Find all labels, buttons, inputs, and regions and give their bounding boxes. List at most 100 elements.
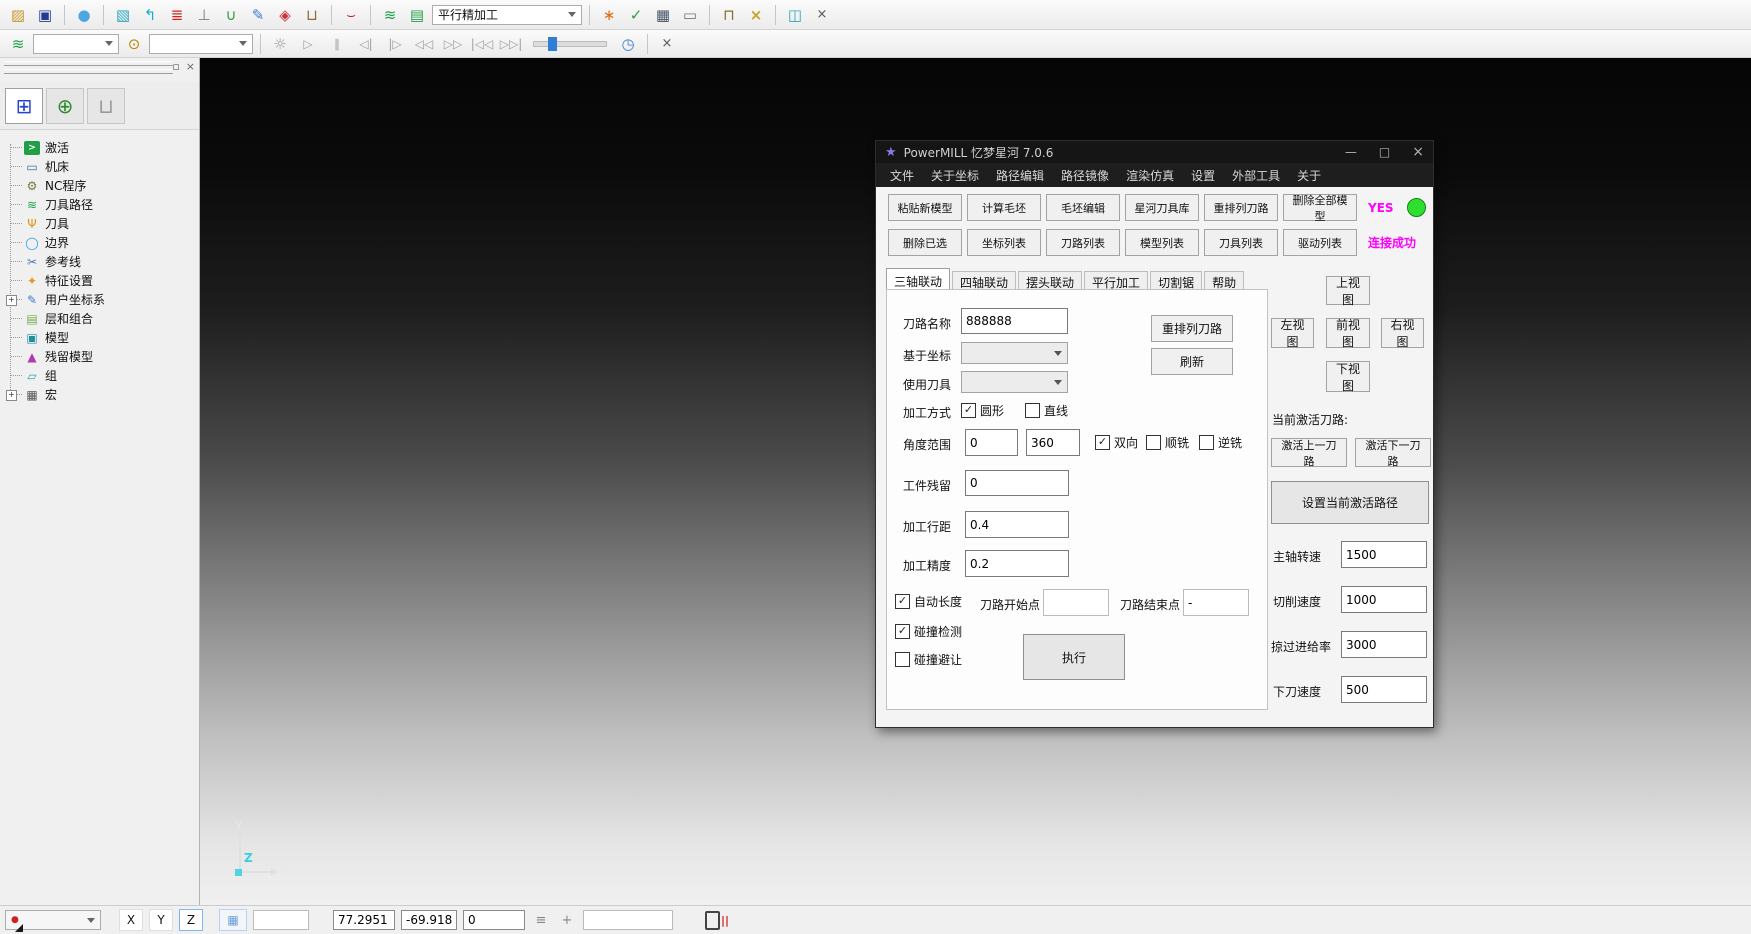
angle-to-input[interactable] [1026, 429, 1080, 456]
view-top-button[interactable]: 上视图 [1326, 276, 1370, 305]
rewind-icon[interactable]: ◁◁ [411, 32, 437, 56]
go-start-icon[interactable]: |◁◁ [469, 32, 495, 56]
sim-toolbar-close-icon[interactable]: × [655, 32, 679, 56]
view-front-button[interactable]: 前视图 [1326, 318, 1370, 348]
dialog-titlebar[interactable]: ★ PowerMILL 忆梦星河 7.0.6 — □ × [876, 141, 1433, 163]
coord-list-icon[interactable]: ≡ [531, 913, 551, 928]
tool-used-dropdown[interactable] [961, 371, 1068, 393]
menu-settings[interactable]: 设置 [1191, 167, 1215, 184]
fast-forward-icon[interactable]: ▷▷ [440, 32, 466, 56]
menu-coords[interactable]: 关于坐标 [931, 167, 979, 184]
toolpath-list-button[interactable]: 刀路列表 [1046, 229, 1120, 256]
cursor-z-field[interactable] [463, 910, 525, 930]
tool-list-button[interactable]: 刀具列表 [1204, 229, 1278, 256]
checkbox-collision-avoid[interactable]: 碰撞避让 [895, 651, 962, 668]
tree-item-patterns[interactable]: ✂参考线 [6, 252, 199, 271]
toolpath-icon[interactable]: ≋ [378, 3, 402, 27]
grid-size-input[interactable] [253, 910, 309, 930]
play-icon[interactable]: ▷ [295, 32, 321, 56]
axis-x-button[interactable]: X [119, 909, 143, 931]
spindle-speed-input[interactable] [1341, 541, 1427, 568]
menu-file[interactable]: 文件 [890, 167, 914, 184]
delete-selected-button[interactable]: 删除已选 [888, 229, 962, 256]
edit-stock-button[interactable]: 毛坯编辑 [1046, 194, 1120, 221]
cutter-icon[interactable]: ⊥ [192, 3, 216, 27]
tree-item-stock-models[interactable]: ▲残留模型 [6, 347, 199, 366]
checkbox-line-mode[interactable]: 直线 [1025, 402, 1068, 419]
strategy-list-icon[interactable]: ▤ [405, 3, 429, 27]
minimize-button[interactable]: — [1345, 145, 1357, 159]
measure-icon[interactable]: ▭ [678, 3, 702, 27]
pause-icon[interactable]: ∥ [324, 32, 350, 56]
tree-item-activate[interactable]: >激活 [6, 138, 199, 157]
tree-item-nc-programs[interactable]: ⚙NC程序 [6, 176, 199, 195]
shaded-view-icon[interactable]: ● [72, 3, 96, 27]
tool-library-button[interactable]: 星河刀具库 [1125, 194, 1199, 221]
tree-item-macros[interactable]: +▦宏 [6, 385, 199, 404]
tool-block-icon[interactable]: ⊔ [300, 3, 324, 27]
cursor-y-field[interactable] [401, 910, 457, 930]
maximize-button[interactable]: □ [1379, 145, 1390, 159]
boundary-icon[interactable]: ∪ [219, 3, 243, 27]
grid-toggle-button[interactable]: ▦ [219, 909, 247, 931]
checkbox-bidirectional[interactable]: ✓ 双向 [1095, 434, 1138, 451]
paste-new-model-button[interactable]: 粘贴新模型 [888, 194, 962, 221]
step-forward-icon[interactable]: |▷ [382, 32, 408, 56]
slider-knob[interactable] [548, 37, 557, 51]
clock-icon[interactable]: ◷ [616, 32, 640, 56]
checkbox-collision-check[interactable]: ✓ 碰撞检测 [895, 623, 962, 640]
tree-item-groups[interactable]: ▱组 [6, 366, 199, 385]
tree-item-toolpaths[interactable]: ≋刀具路径 [6, 195, 199, 214]
expand-icon[interactable]: + [6, 295, 17, 306]
checkbox-conventional[interactable]: 逆铣 [1199, 434, 1242, 451]
set-active-path-button[interactable]: 设置当前激活路径 [1271, 481, 1429, 524]
expand-icon[interactable]: + [6, 390, 17, 401]
angle-from-input[interactable] [965, 429, 1018, 456]
stock-remain-input[interactable] [965, 470, 1069, 496]
view-bottom-button[interactable]: 下视图 [1326, 361, 1370, 392]
panel-grip[interactable] [4, 61, 173, 66]
tree-item-workplanes[interactable]: +✎用户坐标系 [6, 290, 199, 309]
clipboard-pause-icon[interactable]: || [705, 911, 729, 930]
menu-path-mirror[interactable]: 路径镜像 [1061, 167, 1109, 184]
activate-next-toolpath-button[interactable]: 激活下一刀路 [1355, 438, 1431, 467]
rearrange-toolpaths-button[interactable]: 重排列刀路 [1204, 194, 1278, 221]
tool-pair-icon[interactable]: ⊓ [717, 3, 741, 27]
start-point-input[interactable] [1043, 589, 1109, 616]
panel-grip[interactable] [4, 69, 173, 74]
sim-toolpath-icon[interactable]: ≋ [6, 32, 30, 56]
cursor-x-field[interactable] [333, 910, 395, 930]
sim-tool-dropdown[interactable] [149, 34, 253, 54]
tab-web[interactable]: ⊕ [46, 88, 84, 124]
toolpath-name-input[interactable] [961, 308, 1068, 334]
collision-check-icon[interactable]: ⌣ [339, 3, 363, 27]
skim-feed-input[interactable] [1341, 631, 1427, 658]
tree-item-feature-sets[interactable]: ✦特征设置 [6, 271, 199, 290]
drive-list-button[interactable]: 驱动列表 [1283, 229, 1357, 256]
block-icon[interactable]: ▧ [111, 3, 135, 27]
coord-list-button[interactable]: 坐标列表 [967, 229, 1041, 256]
tolerance-input[interactable] [965, 550, 1069, 577]
axis-z-button[interactable]: Z [179, 909, 203, 931]
tolerance-field[interactable] [583, 910, 673, 930]
panel-close-icon[interactable]: × [186, 60, 195, 73]
sim-tool-icon[interactable]: ⊙ [122, 32, 146, 56]
highlight-icon[interactable]: ☼ [268, 32, 292, 56]
view-right-button[interactable]: 右视图 [1381, 318, 1424, 348]
tree-item-machine-tools[interactable]: ▭机床 [6, 157, 199, 176]
tree-item-tools[interactable]: Ψ刀具 [6, 214, 199, 233]
checkbox-circle-mode[interactable]: ✓ 圆形 [961, 402, 1004, 419]
view-left-button[interactable]: 左视图 [1271, 318, 1314, 348]
delete-all-models-button[interactable]: 删除全部模型 [1283, 194, 1357, 221]
stepover-input[interactable] [965, 511, 1069, 538]
sim-speed-slider[interactable] [533, 41, 607, 47]
cutting-feed-input[interactable] [1341, 586, 1427, 613]
checkbox-auto-length[interactable]: ✓ 自动长度 [895, 593, 962, 610]
tree-item-boundaries[interactable]: ◯边界 [6, 233, 199, 252]
panel-restore-icon[interactable]: ▫ [172, 60, 179, 73]
calc-stock-button[interactable]: 计算毛坯 [967, 194, 1041, 221]
goto-position-icon[interactable]: + [557, 913, 577, 928]
active-strategy-dropdown[interactable]: 平行精加工 [432, 5, 582, 25]
menu-path-edit[interactable]: 路径编辑 [996, 167, 1044, 184]
calculator-icon[interactable]: ▦ [651, 3, 675, 27]
